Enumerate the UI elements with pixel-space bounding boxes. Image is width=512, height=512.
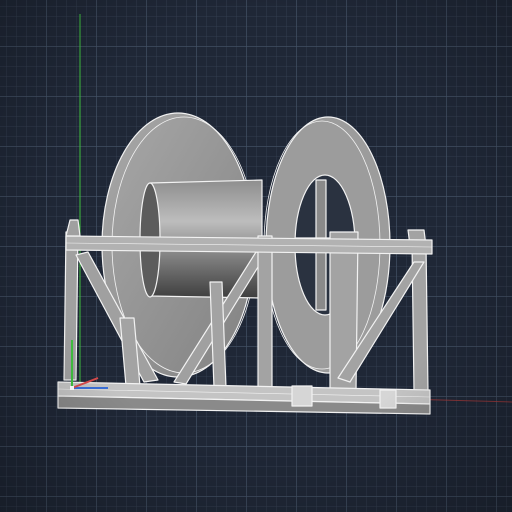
cable-reel-model[interactable] — [57, 112, 433, 415]
model-space[interactable] — [0, 0, 512, 512]
drawing-viewport[interactable] — [0, 0, 512, 512]
frame-base-rail[interactable] — [57, 381, 431, 415]
